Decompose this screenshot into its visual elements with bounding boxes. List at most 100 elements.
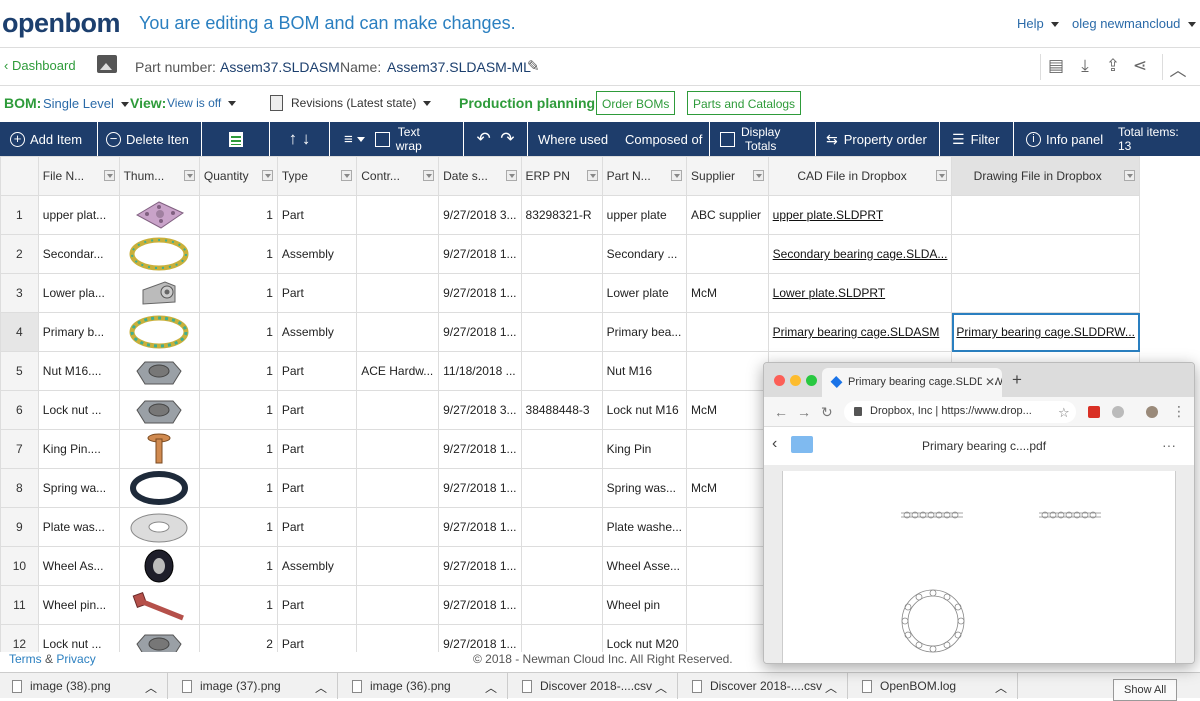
cell-file[interactable]: Nut M16.... (37, 351, 120, 391)
column-header-qty[interactable]: Quantity (198, 156, 278, 196)
cell-qty[interactable]: 1 (198, 468, 278, 508)
cell-part[interactable]: King Pin (601, 429, 688, 469)
minimize-window-icon[interactable] (790, 375, 801, 386)
where-used-button[interactable]: Where used (528, 122, 612, 156)
undo-icon[interactable]: ↶ (477, 129, 491, 149)
cell-date[interactable]: 9/27/2018 3... (438, 195, 522, 235)
add-item-button[interactable]: + Add Item (0, 122, 98, 156)
column-header-drw[interactable]: Drawing File in Dropbox (951, 156, 1140, 196)
bookmark-star-icon[interactable]: ☆ (1058, 405, 1070, 421)
display-totals-button[interactable]: Display Totals (710, 122, 816, 156)
cell-qty[interactable]: 1 (198, 429, 278, 469)
extension-icon[interactable] (1112, 406, 1124, 418)
cell-erp[interactable] (520, 546, 603, 586)
column-filter-icon[interactable] (586, 170, 598, 181)
cell-erp[interactable] (520, 624, 603, 652)
property-order-button[interactable]: ⇆ Property order (816, 122, 940, 156)
cell-file[interactable]: Secondar... (37, 234, 120, 274)
column-filter-icon[interactable] (183, 170, 195, 181)
cell-file[interactable]: Wheel As... (37, 546, 120, 586)
cell-type[interactable]: Part (276, 429, 358, 469)
cell-erp[interactable]: 83298321-R (520, 195, 603, 235)
cell-contr[interactable] (356, 195, 440, 235)
download-icon[interactable]: ⤓ (1070, 54, 1092, 80)
cell-type[interactable]: Part (276, 624, 358, 652)
close-tab-icon[interactable]: ✕ (981, 375, 995, 389)
cell-file[interactable]: Wheel pin... (37, 585, 120, 625)
cell-type[interactable]: Assembly (276, 312, 358, 352)
cell-drw[interactable] (951, 234, 1140, 274)
cell-part[interactable]: upper plate (601, 195, 688, 235)
cell-file[interactable]: Spring wa... (37, 468, 120, 508)
cell-erp[interactable] (520, 585, 603, 625)
cell-date[interactable]: 9/27/2018 1... (438, 546, 522, 586)
cell-contr[interactable]: ACE Hardw... (356, 351, 440, 391)
table-row[interactable]: 1 upper plat... 1 Part 9/27/2018 3... 8329832… (0, 195, 1140, 235)
column-header-file[interactable]: File N... (37, 156, 120, 196)
cell-type[interactable]: Part (276, 468, 358, 508)
column-filter-icon[interactable] (1124, 170, 1135, 181)
cell-contr[interactable] (356, 624, 440, 652)
cell-part[interactable]: Lower plate (601, 273, 688, 313)
column-filter-icon[interactable] (261, 170, 273, 181)
cell-contr[interactable] (356, 312, 440, 352)
cell-contr[interactable] (356, 273, 440, 313)
cell-thumb[interactable] (118, 312, 200, 352)
document-icon[interactable]: ▤ (1040, 54, 1064, 80)
cell-qty[interactable]: 1 (198, 585, 278, 625)
table-row[interactable]: 4 Primary b... 1 Assembly 9/27/2018 1... Prim… (0, 312, 1140, 352)
download-item[interactable]: image (37).png ︿ (170, 673, 338, 699)
column-header-supplier[interactable]: Supplier (686, 156, 769, 196)
cell-supplier[interactable]: McM (686, 468, 769, 508)
cell-part[interactable]: Wheel pin (601, 585, 688, 625)
cell-type[interactable]: Part (276, 390, 358, 430)
chevron-up-icon[interactable]: ︿ (145, 679, 157, 696)
chevron-up-icon[interactable]: ︿ (315, 679, 327, 696)
cell-file[interactable]: Primary b... (37, 312, 120, 352)
terms-link[interactable]: Terms (9, 652, 42, 666)
cell-date[interactable]: 9/27/2018 1... (438, 234, 522, 274)
export-icon[interactable]: ⇪ (1098, 54, 1120, 80)
cell-type[interactable]: Part (276, 507, 358, 547)
column-filter-icon[interactable] (752, 170, 764, 181)
maximize-window-icon[interactable] (806, 375, 817, 386)
cell-type[interactable]: Part (276, 585, 358, 625)
cell-thumb[interactable] (118, 507, 200, 547)
cell-thumb[interactable] (118, 234, 200, 274)
more-options-icon[interactable]: ··· (1162, 437, 1176, 453)
text-wrap-button[interactable]: ≡ Text wrap (330, 122, 464, 156)
cell-qty[interactable]: 2 (198, 624, 278, 652)
close-window-icon[interactable] (774, 375, 785, 386)
browser-menu-icon[interactable]: ⋮ (1172, 403, 1186, 420)
cell-part[interactable]: Lock nut M16 (601, 390, 688, 430)
profile-avatar[interactable] (1146, 406, 1158, 418)
cell-date[interactable]: 9/27/2018 1... (438, 273, 522, 313)
table-row[interactable]: 3 Lower pla... 1 Part 9/27/2018 1... Lower pl… (0, 273, 1140, 313)
column-header-type[interactable]: Type (276, 156, 358, 196)
cell-supplier[interactable]: McM (686, 273, 769, 313)
cell-supplier[interactable] (686, 312, 769, 352)
cell-thumb[interactable] (118, 624, 200, 652)
cell-file[interactable]: Plate was... (37, 507, 120, 547)
dashboard-link[interactable]: ‹ Dashboard (4, 58, 76, 73)
cell-supplier[interactable] (686, 351, 769, 391)
chevron-up-icon[interactable]: ︿ (825, 679, 837, 696)
gmail-extension-icon[interactable] (1088, 406, 1100, 418)
cell-erp[interactable] (520, 273, 603, 313)
column-filter-icon[interactable] (671, 170, 683, 181)
cell-cad[interactable]: Secondary bearing cage.SLDA... (767, 234, 953, 274)
cell-qty[interactable]: 1 (198, 390, 278, 430)
cell-supplier[interactable] (686, 507, 769, 547)
cell-contr[interactable] (356, 390, 440, 430)
table-row[interactable]: 2 Secondar... 1 Assembly 9/27/2018 1... Secon… (0, 234, 1140, 274)
cell-supplier[interactable] (686, 624, 769, 652)
cell-file[interactable]: Lock nut ... (37, 390, 120, 430)
cad-file-link[interactable]: Primary bearing cage.SLDASM (773, 325, 940, 339)
cell-supplier[interactable]: ABC supplier (686, 195, 769, 235)
cell-file[interactable]: upper plat... (37, 195, 120, 235)
cell-part[interactable]: Secondary ... (601, 234, 688, 274)
cell-file[interactable]: Lock nut ... (37, 624, 120, 652)
cell-date[interactable]: 9/27/2018 1... (438, 312, 522, 352)
column-filter-icon[interactable] (936, 170, 948, 181)
cell-qty[interactable]: 1 (198, 273, 278, 313)
